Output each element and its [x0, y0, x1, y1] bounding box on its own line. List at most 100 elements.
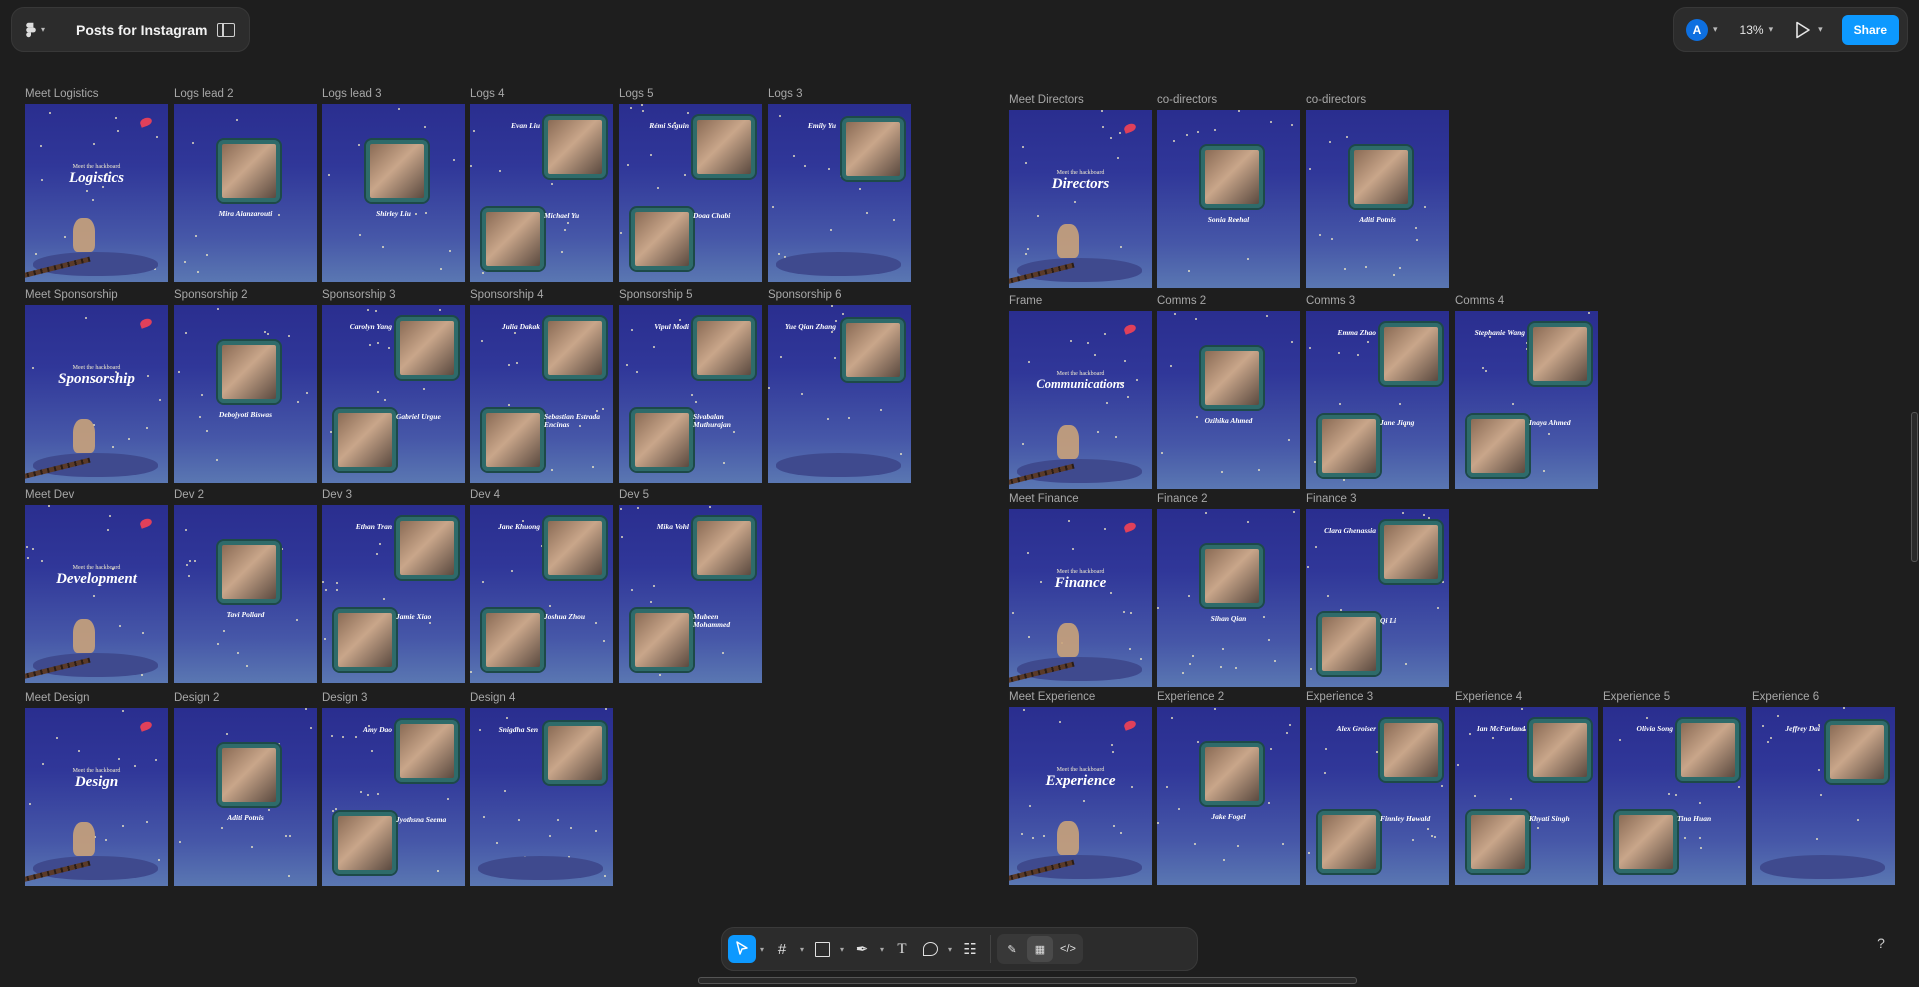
- post-frame[interactable]: Sonia Reehal: [1157, 110, 1300, 288]
- zoom-level[interactable]: 13%: [1740, 23, 1764, 37]
- post-frame[interactable]: Stephanie Wang Inaya Ahmed: [1455, 311, 1598, 489]
- present-play-icon[interactable]: [1795, 21, 1813, 39]
- post-frame[interactable]: Amy Dao Jyothsna Seema: [322, 708, 465, 886]
- frame-label[interactable]: Sponsorship 5: [619, 289, 693, 301]
- frame-label[interactable]: Experience 4: [1455, 691, 1522, 703]
- post-frame[interactable]: Snigdha Sen: [470, 708, 613, 886]
- frame-label[interactable]: Experience 3: [1306, 691, 1373, 703]
- frame-label[interactable]: Dev 3: [322, 489, 352, 501]
- frame-label[interactable]: Dev 4: [470, 489, 500, 501]
- post-frame[interactable]: Mira Alanzarouti: [174, 104, 317, 282]
- horizontal-scrollbar[interactable]: [698, 977, 1357, 984]
- post-frame[interactable]: Jeffrey Dai: [1752, 707, 1895, 885]
- design-mode-icon[interactable]: ▦: [1027, 936, 1053, 962]
- frame-label[interactable]: Sponsorship 2: [174, 289, 248, 301]
- chevron-down-icon[interactable]: ▾: [756, 945, 768, 954]
- post-frame[interactable]: Ozihika Ahmed: [1157, 311, 1300, 489]
- share-button[interactable]: Share: [1841, 14, 1899, 45]
- rectangle-tool-icon[interactable]: [808, 935, 836, 963]
- frame-label[interactable]: co-directors: [1306, 94, 1366, 106]
- post-frame[interactable]: Evan Liu Michael Yu: [470, 104, 613, 282]
- actions-tool-icon[interactable]: ☷: [956, 935, 984, 963]
- post-frame[interactable]: Emily Yu: [768, 104, 911, 282]
- comment-tool-icon[interactable]: [916, 935, 944, 963]
- frame-label[interactable]: Sponsorship 3: [322, 289, 396, 301]
- frame-label[interactable]: Design 2: [174, 692, 219, 704]
- frame-label[interactable]: Finance 2: [1157, 493, 1208, 505]
- frame-label[interactable]: Design 4: [470, 692, 515, 704]
- post-frame[interactable]: Meet the hackboard Experience: [1009, 707, 1152, 885]
- frame-label[interactable]: Meet Design: [25, 692, 90, 704]
- post-frame[interactable]: Sihan Qian: [1157, 509, 1300, 687]
- post-frame[interactable]: Yue Qian Zhang: [768, 305, 911, 483]
- frame-label[interactable]: Finance 3: [1306, 493, 1357, 505]
- avatar[interactable]: A: [1686, 18, 1708, 41]
- post-frame[interactable]: Mika Vohl Mubeen Mohammed: [619, 505, 762, 683]
- chevron-down-icon[interactable]: ▾: [836, 945, 848, 954]
- frame-label[interactable]: Sponsorship 4: [470, 289, 544, 301]
- frame-label[interactable]: Logs lead 3: [322, 88, 381, 100]
- frame-label[interactable]: Logs 5: [619, 88, 654, 100]
- move-tool-icon[interactable]: [728, 935, 756, 963]
- frame-label[interactable]: Experience 6: [1752, 691, 1819, 703]
- main-menu-button[interactable]: ▾: [24, 15, 62, 45]
- post-frame[interactable]: Clara Ghenassia Qi Li: [1306, 509, 1449, 687]
- frame-label[interactable]: Meet Directors: [1009, 94, 1084, 106]
- frame-label[interactable]: Experience 5: [1603, 691, 1670, 703]
- post-frame[interactable]: Ethan Tran Jamie Xiao: [322, 505, 465, 683]
- dev-mode-icon[interactable]: </>: [1055, 936, 1081, 962]
- post-frame[interactable]: Meet the hackboard Directors: [1009, 110, 1152, 288]
- post-frame[interactable]: Carolyn Yang Gabriel Urgue: [322, 305, 465, 483]
- post-frame[interactable]: Tavi Pollard: [174, 505, 317, 683]
- post-frame[interactable]: Vipul Modi Sivabalan Muthurajan: [619, 305, 762, 483]
- frame-label[interactable]: Comms 3: [1306, 295, 1355, 307]
- post-frame[interactable]: Meet the hackboard Design: [25, 708, 168, 886]
- frame-label[interactable]: Dev 5: [619, 489, 649, 501]
- post-frame[interactable]: Rémi Séguin Doaa Chabi: [619, 104, 762, 282]
- frame-tool-icon[interactable]: #: [768, 935, 796, 963]
- post-frame[interactable]: Emma Zhao Jane Jiang: [1306, 311, 1449, 489]
- frame-label[interactable]: Meet Experience: [1009, 691, 1095, 703]
- frame-label[interactable]: Design 3: [322, 692, 367, 704]
- help-icon[interactable]: ?: [1873, 935, 1889, 951]
- post-frame[interactable]: Shirley Liu: [322, 104, 465, 282]
- post-frame[interactable]: Julia Dakak Sebastian Estrada Encinas: [470, 305, 613, 483]
- post-frame[interactable]: Meet the hackboard Development: [25, 505, 168, 683]
- text-tool-icon[interactable]: T: [888, 935, 916, 963]
- frame-label[interactable]: Meet Finance: [1009, 493, 1079, 505]
- post-frame[interactable]: Meet the hackboard Logistics: [25, 104, 168, 282]
- post-frame[interactable]: Ian McFarland Khyati Singh: [1455, 707, 1598, 885]
- post-frame[interactable]: Alex Groiser Finnley Howald: [1306, 707, 1449, 885]
- frame-label[interactable]: Experience 2: [1157, 691, 1224, 703]
- frame-label[interactable]: Frame: [1009, 295, 1042, 307]
- frame-label[interactable]: Meet Logistics: [25, 88, 99, 100]
- toggle-panel-icon[interactable]: [217, 22, 235, 37]
- frame-label[interactable]: co-directors: [1157, 94, 1217, 106]
- post-frame[interactable]: Meet the hackboard Sponsorship: [25, 305, 168, 483]
- chevron-down-icon[interactable]: ▾: [1713, 24, 1718, 35]
- chevron-down-icon[interactable]: ▾: [876, 945, 888, 954]
- chevron-down-icon[interactable]: ▾: [944, 945, 956, 954]
- frame-label[interactable]: Comms 2: [1157, 295, 1206, 307]
- post-frame[interactable]: Olivia Song Tina Huan: [1603, 707, 1746, 885]
- frame-label[interactable]: Dev 2: [174, 489, 204, 501]
- frame-label[interactable]: Sponsorship 6: [768, 289, 842, 301]
- frame-label[interactable]: Logs 3: [768, 88, 803, 100]
- post-frame[interactable]: Meet the hackboard Communications: [1009, 311, 1152, 489]
- frame-label[interactable]: Comms 4: [1455, 295, 1504, 307]
- pen-tool-icon[interactable]: ✒: [848, 935, 876, 963]
- post-frame[interactable]: Debojyoti Biswas: [174, 305, 317, 483]
- frame-label[interactable]: Logs lead 2: [174, 88, 233, 100]
- post-frame[interactable]: Jane Khuong Joshua Zhou: [470, 505, 613, 683]
- draw-mode-icon[interactable]: ✎: [999, 936, 1025, 962]
- frame-label[interactable]: Logs 4: [470, 88, 505, 100]
- chevron-down-icon[interactable]: ▾: [796, 945, 808, 954]
- post-frame[interactable]: Jake Fogel: [1157, 707, 1300, 885]
- frame-label[interactable]: Meet Sponsorship: [25, 289, 118, 301]
- post-frame[interactable]: Meet the hackboard Finance: [1009, 509, 1152, 687]
- chevron-down-icon[interactable]: ▾: [1818, 24, 1823, 35]
- file-title[interactable]: Posts for Instagram: [76, 22, 207, 38]
- vertical-scrollbar[interactable]: [1911, 412, 1918, 562]
- post-frame[interactable]: Aditi Potnis: [174, 708, 317, 886]
- post-frame[interactable]: Aditi Potnis: [1306, 110, 1449, 288]
